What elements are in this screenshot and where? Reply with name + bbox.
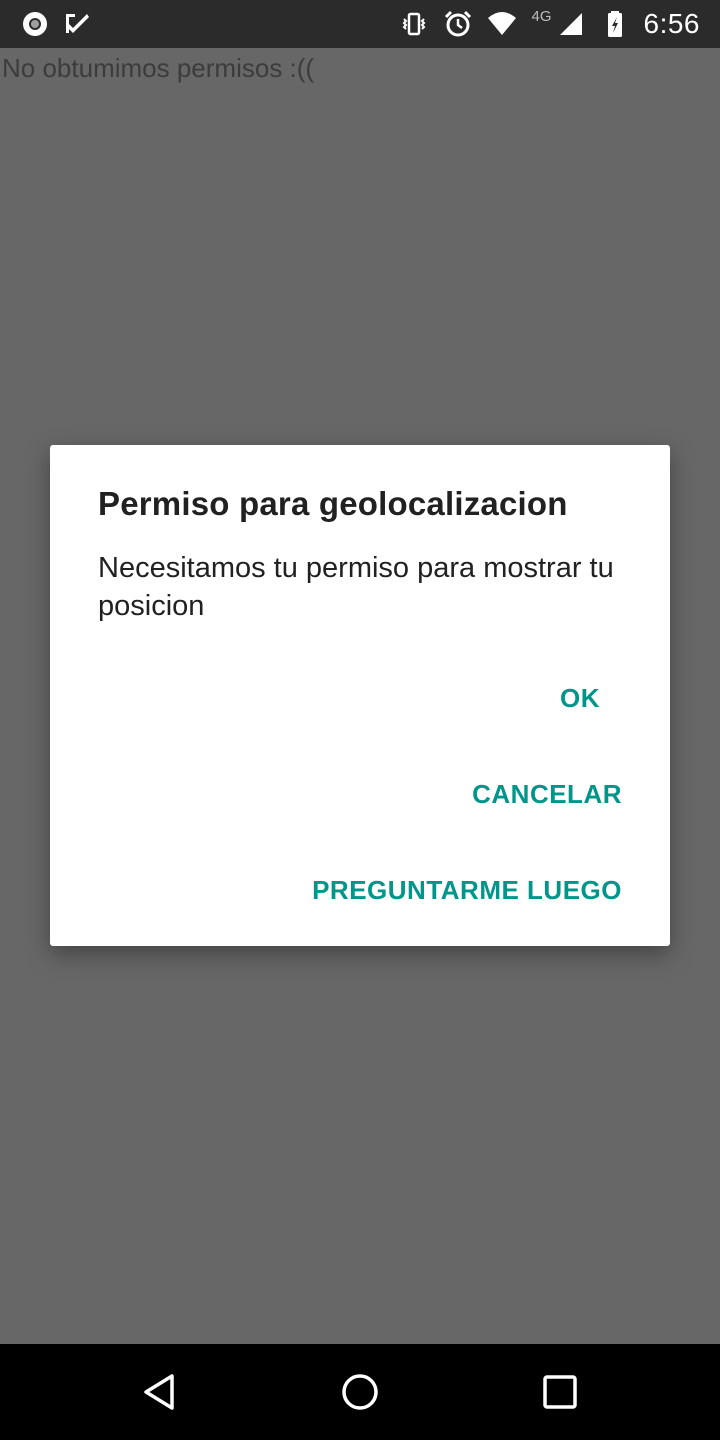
recents-icon[interactable] <box>540 1372 580 1412</box>
back-icon[interactable] <box>140 1372 180 1412</box>
home-icon[interactable] <box>340 1372 380 1412</box>
battery-icon <box>600 9 630 39</box>
wifi-icon <box>487 9 517 39</box>
signal-icon <box>556 9 586 39</box>
dialog-message: Necesitamos tu permiso para mostrar tu p… <box>98 552 614 622</box>
vibrate-icon <box>399 9 429 39</box>
cancel-button[interactable]: CANCELAR <box>472 779 622 810</box>
alarm-icon <box>443 9 473 39</box>
dialog-title: Permiso para geolocalizacion <box>98 485 568 522</box>
status-bar: 4G 6:56 <box>0 0 720 48</box>
permission-dialog: Permiso para geolocalizacion Necesitamos… <box>50 445 670 946</box>
status-bar-left <box>20 9 92 39</box>
ok-button[interactable]: OK <box>560 683 600 714</box>
network-type-label: 4G <box>531 7 552 25</box>
navigation-bar <box>0 1344 720 1440</box>
record-icon <box>20 9 50 39</box>
checkmark-app-icon <box>62 9 92 39</box>
permission-denied-message: No obtumimos permisos :(( <box>2 53 315 83</box>
status-bar-clock: 6:56 <box>643 8 700 39</box>
ask-later-button[interactable]: PREGUNTARME LUEGO <box>312 875 622 906</box>
status-bar-right: 4G 6:56 <box>399 8 700 40</box>
